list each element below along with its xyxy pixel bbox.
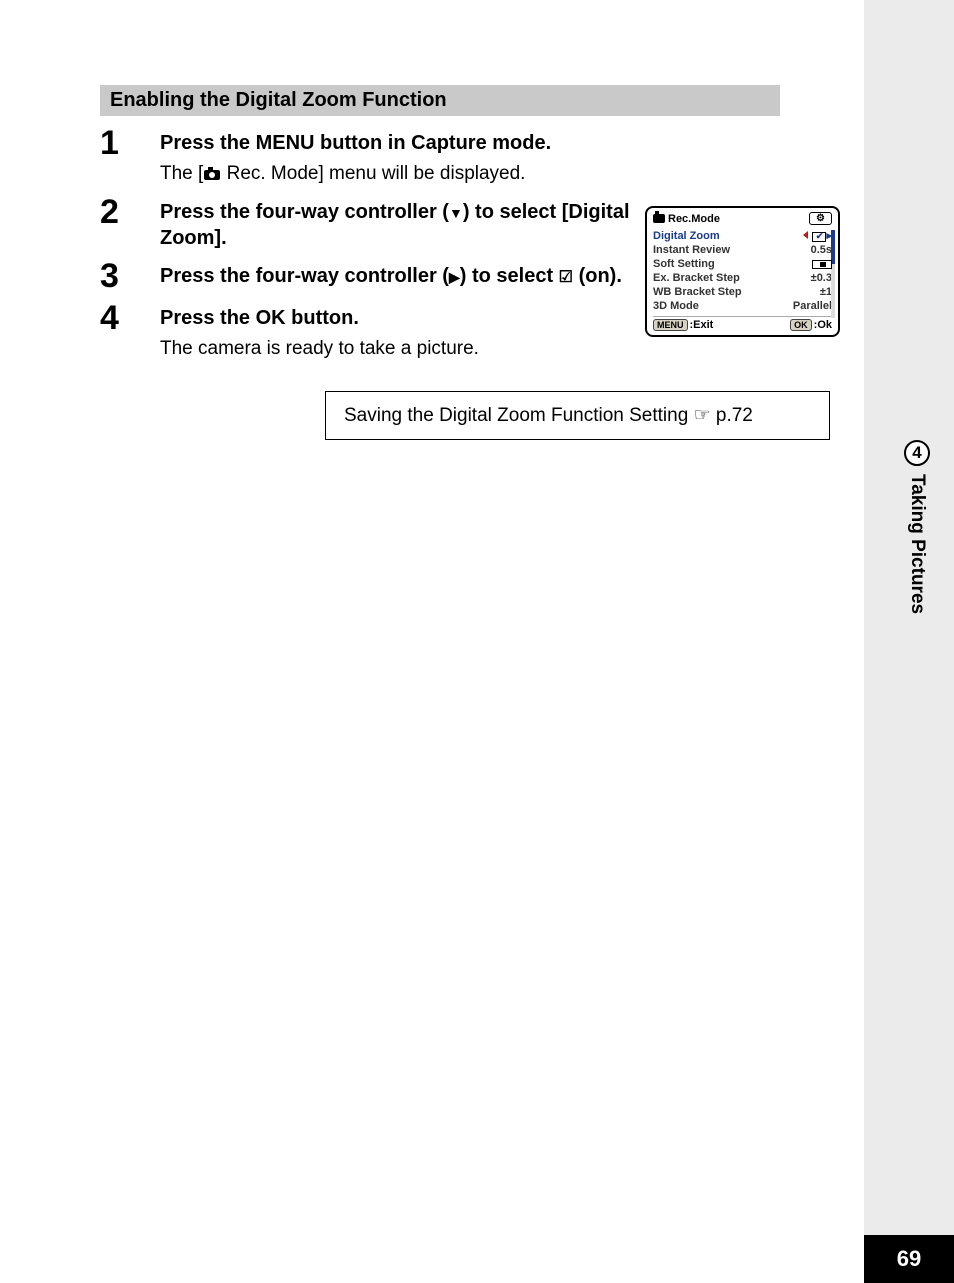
- left-arrow-icon: [803, 231, 808, 239]
- step-title-part: Press the four-way controller (: [160, 201, 449, 223]
- lcd-row-3d-mode: 3D Mode Parallel: [653, 299, 832, 313]
- lcd-row-wb-bracket: WB Bracket Step ±1: [653, 285, 832, 299]
- lcd-settings-tab-icon: ⚙: [809, 212, 832, 225]
- menu-button-label: MENU: [653, 319, 688, 331]
- lcd-title: Rec.Mode: [653, 213, 720, 225]
- step-number: 1: [100, 124, 160, 160]
- side-tab-text: Taking Pictures: [906, 474, 928, 614]
- side-tab: 4 Taking Pictures: [904, 440, 930, 614]
- lcd-row-digital-zoom: Digital Zoom ✔▸: [653, 228, 832, 243]
- reference-box: Saving the Digital Zoom Function Setting…: [325, 391, 830, 440]
- ok-action-text: :Ok: [814, 319, 832, 331]
- down-arrow-icon: [449, 201, 463, 223]
- lcd-row-label: Digital Zoom: [653, 230, 720, 242]
- right-arrow-icon: [449, 265, 460, 287]
- menu-action-text: :Exit: [690, 319, 714, 331]
- lcd-scrollbar: [831, 230, 835, 318]
- lcd-screenshot: Rec.Mode ⚙ Digital Zoom ✔▸ Instant Revie…: [645, 206, 840, 337]
- lcd-row-label: Ex. Bracket Step: [653, 272, 740, 284]
- lcd-footer: MENU:Exit OK:Ok: [653, 316, 832, 331]
- lcd-row-value: Parallel: [793, 300, 832, 312]
- step-title: Press the four-way controller ( ) to sele…: [160, 263, 630, 289]
- step-number: 2: [100, 193, 160, 229]
- section-heading: Enabling the Digital Zoom Function: [100, 85, 780, 116]
- lcd-row-instant-review: Instant Review 0.5s: [653, 243, 832, 257]
- note-prefix: The [: [160, 163, 203, 184]
- checkbox-on-icon: ✔: [812, 232, 826, 242]
- page-margin-strip: [864, 0, 954, 1283]
- lcd-row-ex-bracket: Ex. Bracket Step ±0.3: [653, 271, 832, 285]
- step-title-part: Press the four-way controller (: [160, 265, 449, 287]
- side-tab-number: 4: [904, 440, 930, 466]
- ok-button-label: OK: [790, 319, 812, 331]
- camera-icon: [653, 214, 665, 223]
- page-number: 69: [864, 1235, 954, 1283]
- lcd-row-soft-setting: Soft Setting: [653, 257, 832, 271]
- lcd-title-text: Rec.Mode: [668, 213, 720, 225]
- note-suffix: Rec. Mode] menu will be displayed.: [221, 163, 525, 184]
- check-on-icon: ☑: [559, 269, 573, 286]
- step-title: Press the MENU button in Capture mode.: [160, 130, 780, 156]
- step-title: Press the four-way controller () to sele…: [160, 199, 630, 251]
- lcd-row-label: Soft Setting: [653, 258, 715, 270]
- camera-icon: [203, 167, 221, 181]
- lcd-row-value: ±0.3: [811, 272, 832, 284]
- step-note: The [ Rec. Mode] menu will be displayed.: [160, 162, 780, 187]
- lcd-row-value: 0.5s: [811, 244, 832, 256]
- step-title-part: (on).: [573, 265, 622, 287]
- step-number: 4: [100, 299, 160, 335]
- step-number: 3: [100, 257, 160, 293]
- step-title-part: ) to select: [460, 265, 559, 287]
- lcd-row-label: WB Bracket Step: [653, 286, 742, 298]
- slider-icon: [812, 260, 832, 269]
- lcd-row-label: 3D Mode: [653, 300, 699, 312]
- step-1: 1 Press the MENU button in Capture mode.…: [100, 124, 780, 187]
- lcd-row-label: Instant Review: [653, 244, 730, 256]
- step-note: The camera is ready to take a picture.: [160, 337, 780, 362]
